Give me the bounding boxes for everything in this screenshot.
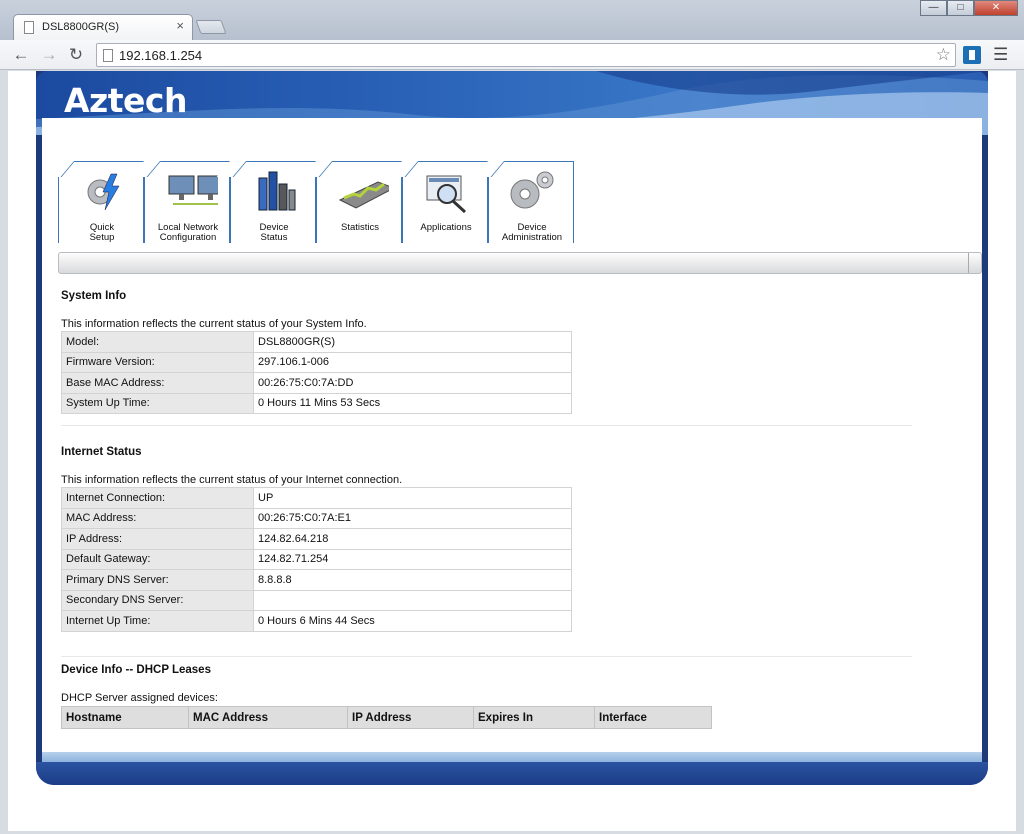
minimize-icon[interactable]: — (920, 0, 947, 16)
column-header-hostname: Hostname (61, 706, 189, 729)
nav-label: Applications (420, 222, 472, 233)
internet-status-title: Internet Status (61, 446, 142, 458)
star-icon[interactable]: ☆ (936, 45, 951, 65)
dhcp-leases-description: DHCP Server assigned devices: (61, 692, 218, 704)
field-label: Internet Connection: (61, 487, 254, 509)
field-value: 00:26:75:C0:7A:DD (253, 372, 572, 394)
main-nav: Quick Setup Local Network Configuration (58, 161, 574, 243)
browser-titlebar: DSL8800GR(S) × — □ ✕ (0, 0, 1024, 40)
window-controls: — □ ✕ (920, 0, 1018, 16)
tab-local-network-configuration[interactable]: Local Network Configuration (144, 161, 230, 243)
page-icon (24, 21, 34, 34)
table-row: Model: DSL8800GR(S) (61, 331, 572, 353)
maximize-icon[interactable]: □ (947, 0, 974, 16)
field-value: UP (253, 487, 572, 509)
field-label: System Up Time: (61, 392, 254, 414)
bar-chart-icon (258, 171, 296, 211)
field-label: Default Gateway: (61, 548, 254, 570)
address-bar[interactable]: 192.168.1.254 ☆ (96, 43, 956, 67)
table-row: Default Gateway: 124.82.71.254 (61, 548, 572, 570)
tab-device-administration[interactable]: Device Administration (488, 161, 574, 243)
nav-label-line2: Configuration (159, 232, 217, 243)
tab-close-icon[interactable]: × (176, 18, 184, 33)
field-value: 8.8.8.8 (253, 569, 572, 591)
browser-tab[interactable]: DSL8800GR(S) × (13, 14, 193, 40)
table-row: Firmware Version: 297.106.1-006 (61, 351, 572, 373)
dhcp-leases-title: Device Info -- DHCP Leases (61, 664, 211, 676)
field-value: 124.82.71.254 (253, 548, 572, 570)
field-value (253, 589, 572, 611)
system-info-description: This information reflects the current st… (61, 318, 367, 330)
sub-navigation-bar (58, 252, 982, 274)
reload-icon[interactable]: ↻ (65, 44, 87, 66)
table-header-row: Hostname MAC Address IP Address Expires … (61, 706, 712, 729)
field-label: MAC Address: (61, 507, 254, 529)
table-row: IP Address: 124.82.64.218 (61, 528, 572, 550)
hamburger-menu-icon[interactable]: ☰ (993, 45, 1008, 65)
field-label: Firmware Version: (61, 351, 254, 373)
table-row: MAC Address: 00:26:75:C0:7A:E1 (61, 507, 572, 529)
field-value: 0 Hours 11 Mins 53 Secs (253, 392, 572, 414)
router-frame: Aztech Quick Setup Local Network Configu… (36, 71, 988, 785)
table-row: Primary DNS Server: 8.8.8.8 (61, 569, 572, 591)
internet-status-description: This information reflects the current st… (61, 474, 403, 486)
column-header-interface: Interface (594, 706, 712, 729)
field-label: IP Address: (61, 528, 254, 550)
tab-quick-setup[interactable]: Quick Setup (58, 161, 144, 243)
browser-toolbar: ← → ↻ 192.168.1.254 ☆ (0, 40, 1024, 70)
section-divider (61, 425, 912, 426)
table-row: Internet Connection: UP (61, 487, 572, 509)
gears-icon (510, 171, 554, 209)
page-viewport: Aztech Quick Setup Local Network Configu… (8, 71, 1016, 831)
monitors-icon (168, 175, 218, 205)
system-info-table: Model: DSL8800GR(S) Firmware Version: 297.… (61, 331, 572, 414)
nav-label: Statistics (340, 222, 379, 233)
field-label: Model: (61, 331, 254, 353)
forward-arrow-icon[interactable]: → (38, 44, 60, 66)
field-value: 00:26:75:C0:7A:E1 (253, 507, 572, 529)
column-header-expires-in: Expires In (473, 706, 595, 729)
section-divider (61, 656, 912, 657)
field-value: 0 Hours 6 Mins 44 Secs (253, 610, 572, 632)
internet-status-table: Internet Connection: UP MAC Address: 00:26… (61, 487, 572, 632)
table-row: Secondary DNS Server: (61, 589, 572, 611)
field-value: DSL8800GR(S) (253, 331, 572, 353)
table-row: Base MAC Address: 00:26:75:C0:7A:DD (61, 372, 572, 394)
new-tab-button[interactable] (195, 20, 227, 34)
table-row: System Up Time: 0 Hours 11 Mins 53 Secs (61, 392, 572, 414)
nav-label-line2: Status (260, 232, 288, 243)
column-header-ip-address: IP Address (347, 706, 474, 729)
table-row: Internet Up Time: 0 Hours 6 Mins 44 Secs (61, 610, 572, 632)
field-label: Primary DNS Server: (61, 569, 254, 591)
nav-label-line2: Administration (501, 232, 563, 243)
gear-lightning-icon (87, 173, 120, 211)
page-icon (103, 49, 113, 62)
field-label: Base MAC Address: (61, 372, 254, 394)
extension-icon[interactable] (963, 46, 981, 64)
tab-applications[interactable]: Applications (402, 161, 488, 243)
magnifier-screen-icon (426, 175, 467, 214)
nav-label-line2: Setup (89, 232, 115, 243)
field-value: 124.82.64.218 (253, 528, 572, 550)
aztech-logo: Aztech (64, 81, 187, 120)
tab-device-status[interactable]: Device Status (230, 161, 316, 243)
tab-title: DSL8800GR(S) (42, 21, 120, 33)
system-info-title: System Info (61, 290, 127, 302)
dhcp-leases-table: Hostname MAC Address IP Address Expires … (61, 706, 712, 729)
url-text[interactable]: 192.168.1.254 (119, 48, 202, 63)
field-label: Secondary DNS Server: (61, 589, 254, 611)
footer (36, 762, 988, 785)
close-window-icon[interactable]: ✕ (974, 0, 1018, 16)
back-arrow-icon[interactable]: ← (10, 44, 32, 66)
field-label: Internet Up Time: (61, 610, 254, 632)
field-value: 297.106.1-006 (253, 351, 572, 373)
statistics-icon (338, 181, 389, 209)
footer-band (42, 752, 982, 762)
column-header-mac-address: MAC Address (188, 706, 348, 729)
tab-statistics[interactable]: Statistics (316, 161, 402, 243)
